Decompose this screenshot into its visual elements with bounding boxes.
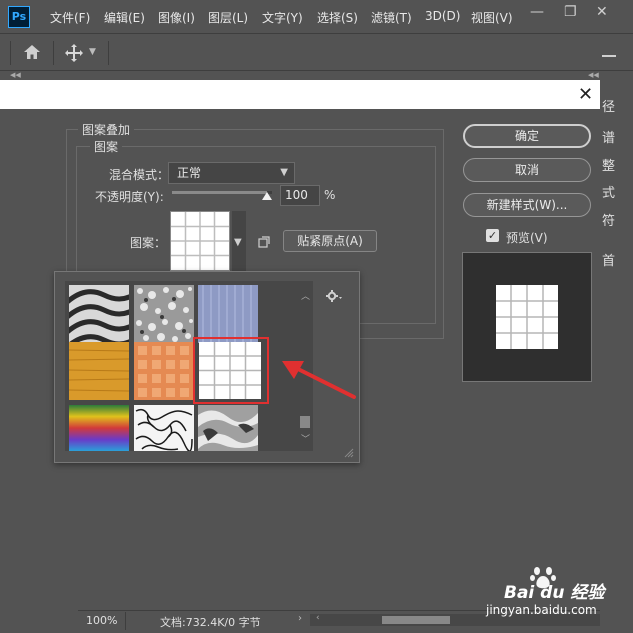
panel-label[interactable]: 谱 xyxy=(602,127,615,146)
collapse-right-icon[interactable]: ◀◀ xyxy=(588,71,599,79)
scroll-up-icon[interactable]: ︿ xyxy=(301,289,310,302)
pattern-swatch[interactable] xyxy=(170,211,230,271)
pattern-tile-marble-lines[interactable] xyxy=(134,405,194,452)
document-info: 文档:732.4K/0 字节 xyxy=(160,616,261,629)
opacity-unit: % xyxy=(324,188,336,202)
selected-pattern-highlight xyxy=(193,337,269,404)
pattern-tile-wood[interactable] xyxy=(68,342,130,400)
blend-mode-select[interactable]: 正常 ▼ xyxy=(168,162,295,184)
pattern-tile-gravel[interactable] xyxy=(134,285,194,343)
opacity-slider-fill xyxy=(172,191,267,194)
panel-minimize-icon[interactable] xyxy=(602,55,616,57)
menu-view[interactable]: 视图(V) xyxy=(471,9,513,26)
horizontal-scroll-thumb[interactable] xyxy=(382,616,450,624)
watermark-brand: Bai du 经验 xyxy=(504,583,605,603)
menu-edit[interactable]: 编辑(E) xyxy=(104,9,145,26)
status-menu-chevron[interactable]: › xyxy=(298,613,302,624)
chevron-down-icon: ▼ xyxy=(234,237,242,248)
pattern-dropdown-button[interactable]: ▼ xyxy=(232,211,246,271)
menu-image[interactable]: 图像(I) xyxy=(158,9,195,26)
resize-grip-icon[interactable] xyxy=(342,446,354,461)
move-tool-icon[interactable] xyxy=(64,43,84,66)
chevron-down-icon[interactable]: ▼ xyxy=(89,47,96,57)
menu-type[interactable]: 文字(Y) xyxy=(262,9,303,26)
watermark-url: jingyan.baidu.com xyxy=(486,603,597,617)
cancel-button[interactable]: 取消 xyxy=(463,158,591,182)
preview-thumbnail xyxy=(496,285,558,349)
minimize-button[interactable]: — xyxy=(530,4,544,20)
preview-checkbox[interactable]: ✓ xyxy=(486,229,499,242)
blend-mode-label: 混合模式： xyxy=(109,168,170,182)
ok-button[interactable]: 确定 xyxy=(463,124,591,148)
panel-label[interactable]: 符 xyxy=(602,210,615,229)
panel-label[interactable]: 首 xyxy=(602,250,615,269)
photoshop-logo: Ps xyxy=(8,6,30,28)
panel-label[interactable]: 式 xyxy=(602,182,615,201)
scroll-down-icon[interactable]: ﹀ xyxy=(301,432,310,445)
scroll-left-icon[interactable]: ‹ xyxy=(316,613,320,623)
scroll-thumb[interactable] xyxy=(300,416,310,428)
panel-label[interactable]: 整 xyxy=(602,155,615,174)
opacity-input[interactable]: 100 xyxy=(280,185,320,206)
restore-button[interactable]: ❐ xyxy=(564,4,577,20)
pattern-tile-rainbow[interactable] xyxy=(69,405,129,451)
collapse-left-icon[interactable]: ◀◀ xyxy=(10,71,21,79)
new-preset-icon[interactable] xyxy=(258,236,270,251)
menu-3d[interactable]: 3D(D) xyxy=(425,9,460,23)
preview-label: 预览(V) xyxy=(506,231,548,245)
home-icon[interactable] xyxy=(22,43,42,64)
new-style-button[interactable]: 新建样式(W)... xyxy=(463,193,591,217)
pattern-tile-denim[interactable] xyxy=(198,285,258,343)
menu-layer[interactable]: 图层(L) xyxy=(208,9,248,26)
pattern-tile-orange-dots[interactable] xyxy=(134,342,194,400)
group-title: 图案叠加 xyxy=(78,121,135,138)
opacity-label: 不透明度(Y): xyxy=(95,190,164,204)
dialog-titlebar xyxy=(0,80,600,109)
opacity-slider-thumb[interactable] xyxy=(262,192,272,200)
opacity-slider[interactable] xyxy=(172,191,272,194)
annotation-arrow xyxy=(280,355,360,406)
chevron-down-icon: ▼ xyxy=(280,167,288,178)
dialog-close-button[interactable]: ✕ xyxy=(578,84,593,105)
panel-label[interactable]: 径 xyxy=(602,96,615,115)
snap-to-origin-button[interactable]: 贴紧原点(A) xyxy=(283,230,377,252)
menu-file[interactable]: 文件(F) xyxy=(50,9,90,26)
pattern-tile-chrome[interactable] xyxy=(198,405,258,451)
menu-filter[interactable]: 滤镜(T) xyxy=(371,9,412,26)
zoom-level[interactable]: 100% xyxy=(78,612,126,630)
pattern-label: 图案： xyxy=(130,236,167,250)
gear-icon[interactable] xyxy=(326,290,344,305)
pattern-tile-zebra[interactable] xyxy=(62,285,141,352)
close-app-button[interactable]: ✕ xyxy=(596,4,608,20)
blend-mode-value: 正常 xyxy=(177,166,202,180)
subgroup-title: 图案 xyxy=(90,138,123,155)
menu-select[interactable]: 选择(S) xyxy=(317,9,358,26)
